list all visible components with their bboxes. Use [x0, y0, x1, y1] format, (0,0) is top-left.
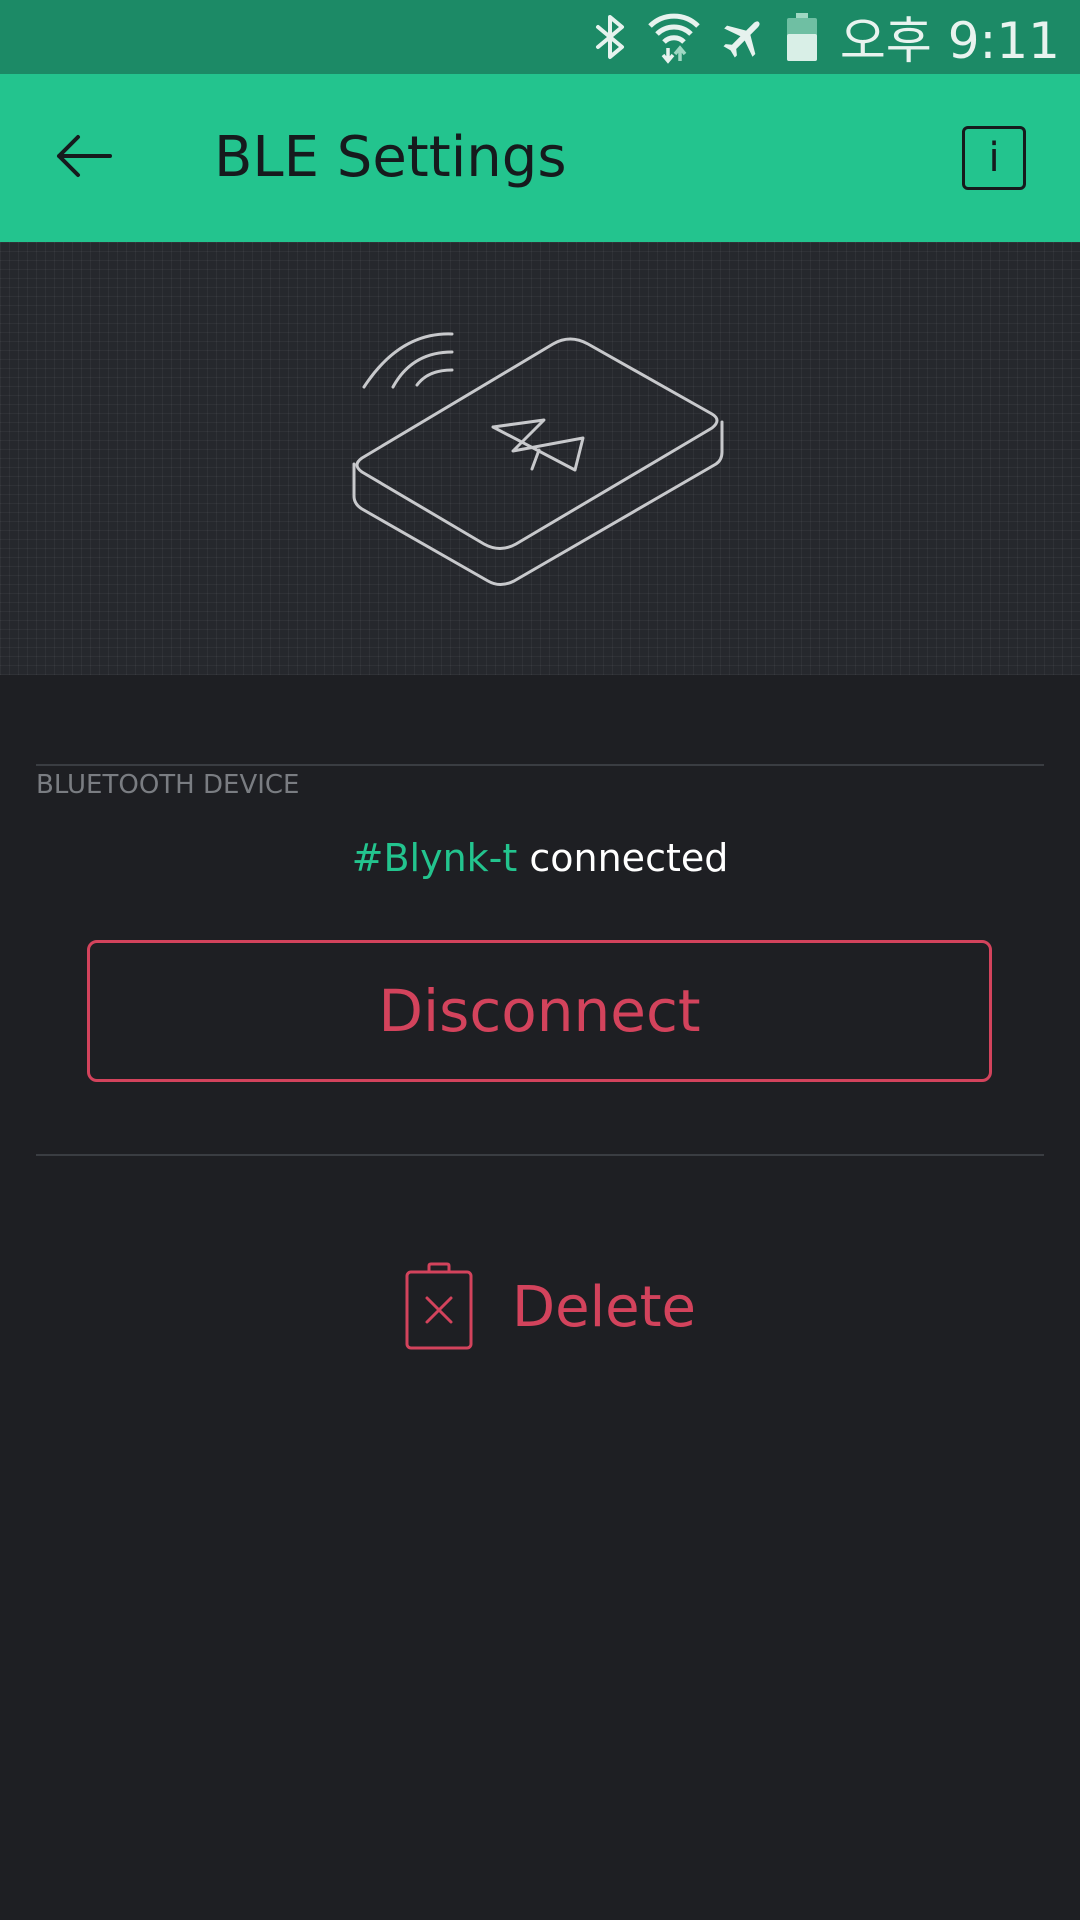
back-button[interactable]	[44, 118, 124, 198]
status-icons: 오후 9:11	[594, 0, 1060, 74]
delete-button[interactable]: Delete	[396, 1262, 696, 1352]
status-bar: 오후 9:11	[0, 0, 1080, 74]
disconnect-button[interactable]: Disconnect	[87, 940, 992, 1082]
page-title: BLE Settings	[214, 125, 567, 190]
ble-device-illustration	[352, 332, 724, 586]
arrow-left-icon	[54, 134, 114, 182]
bluetooth-icon	[594, 14, 628, 60]
section-divider-bottom	[36, 1154, 1044, 1156]
device-name: #Blynk-t	[351, 836, 518, 880]
wifi-icon	[646, 10, 702, 64]
battery-icon	[786, 12, 818, 62]
hero-illustration-area	[0, 242, 1080, 675]
airplane-mode-icon	[720, 13, 768, 61]
connection-status: #Blynk-t connected	[0, 836, 1080, 880]
section-label: BLUETOOTH DEVICE	[36, 770, 300, 800]
disconnect-label: Disconnect	[378, 977, 701, 1045]
connection-status-text: connected	[517, 836, 729, 880]
section-divider-top	[36, 764, 1044, 766]
info-icon: i	[988, 135, 1000, 181]
app-bar: BLE Settings i	[0, 74, 1080, 242]
info-button[interactable]: i	[962, 126, 1026, 190]
status-time: 오후 9:11	[839, 12, 1060, 70]
delete-label: Delete	[512, 1274, 696, 1340]
trash-icon	[396, 1262, 482, 1352]
